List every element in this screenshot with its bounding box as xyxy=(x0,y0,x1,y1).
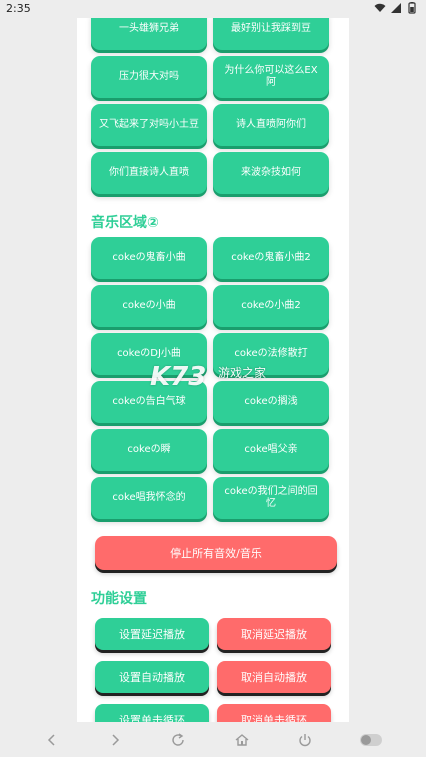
music-button[interactable]: cokeの搁浅 xyxy=(213,381,329,423)
set-autoplay-button[interactable]: 设置自动播放 xyxy=(95,661,209,693)
music-button[interactable]: cokeの法修散打 xyxy=(213,333,329,375)
cancel-delay-button[interactable]: 取消延迟播放 xyxy=(217,618,331,650)
music-button[interactable]: cokeのDJ小曲 xyxy=(91,333,207,375)
power-icon[interactable] xyxy=(297,732,313,748)
music-button[interactable]: coke唱我怀念的 xyxy=(91,477,207,519)
sound-button[interactable]: 压力很大对吗 xyxy=(91,56,207,98)
set-delay-button[interactable]: 设置延迟播放 xyxy=(95,618,209,650)
status-icons xyxy=(374,2,418,14)
music-button[interactable]: cokeの瞬 xyxy=(91,429,207,471)
music-button[interactable]: cokeの小曲2 xyxy=(213,285,329,327)
home-icon[interactable] xyxy=(234,732,250,748)
music-button[interactable]: cokeの我们之间的回忆 xyxy=(213,477,329,519)
sound-button[interactable]: 又飞起来了对吗小土豆 xyxy=(91,104,207,146)
toggle-switch[interactable] xyxy=(360,733,383,746)
battery-icon xyxy=(408,2,416,14)
sound-button[interactable]: 最好别让我踩到豆 xyxy=(213,18,329,50)
cancel-loop-button[interactable]: 取消单击循环 xyxy=(217,704,331,722)
music-button[interactable]: cokeの小曲 xyxy=(91,285,207,327)
cancel-autoplay-button[interactable]: 取消自动播放 xyxy=(217,661,331,693)
set-loop-button[interactable]: 设置单击循环 xyxy=(95,704,209,722)
wifi-icon xyxy=(374,3,386,12)
music-button[interactable]: cokeの鬼畜小曲 xyxy=(91,237,207,279)
sound-button[interactable]: 你们直接诗人直喷 xyxy=(91,152,207,194)
sound-button[interactable]: 诗人直喷阿你们 xyxy=(213,104,329,146)
signal-icon xyxy=(391,3,401,13)
settings-section-title: 功能设置 xyxy=(91,591,147,607)
music-button[interactable]: cokeの告白气球 xyxy=(91,381,207,423)
sound-button[interactable]: 来波杂技如何 xyxy=(213,152,329,194)
back-icon[interactable] xyxy=(44,732,60,748)
music-section-title: 音乐区域② xyxy=(91,215,159,231)
stop-all-button[interactable]: 停止所有音效/音乐 xyxy=(95,536,337,570)
status-bar: 2:35 xyxy=(0,0,426,18)
forward-icon[interactable] xyxy=(107,732,123,748)
browser-nav-bar xyxy=(0,722,426,757)
music-button[interactable]: coke唱父亲 xyxy=(213,429,329,471)
sound-button[interactable]: 为什么你可以这么EX阿 xyxy=(213,56,329,98)
status-time: 2:35 xyxy=(6,2,31,15)
music-button[interactable]: cokeの鬼畜小曲2 xyxy=(213,237,329,279)
sound-button[interactable]: 一头雄狮兄弟 xyxy=(91,18,207,50)
refresh-icon[interactable] xyxy=(170,732,186,748)
main-card: 一头雄狮兄弟 最好别让我踩到豆 压力很大对吗 为什么你可以这么EX阿 又飞起来了… xyxy=(77,18,349,722)
